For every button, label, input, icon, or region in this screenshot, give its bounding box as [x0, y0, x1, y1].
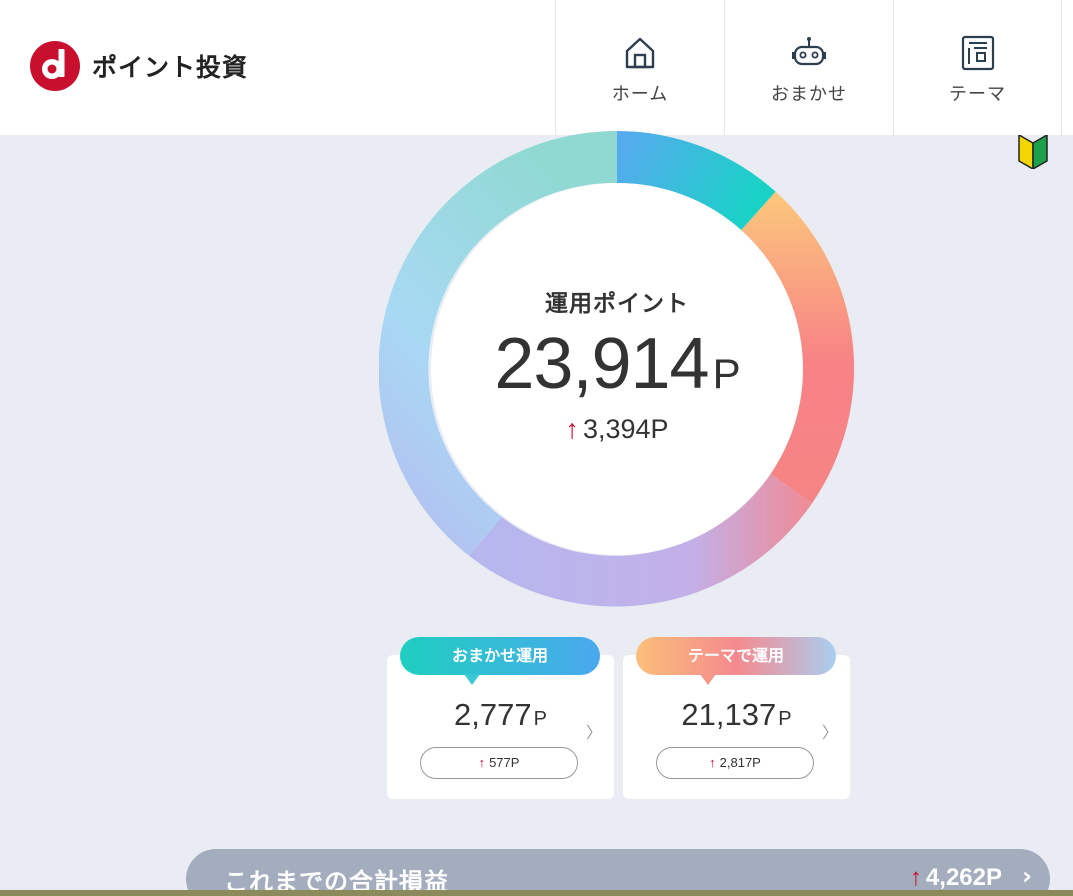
theme-tag: テーマで運用 [636, 637, 836, 685]
chevron-right-icon: 〉 [821, 723, 838, 742]
d-logo-icon [30, 41, 80, 91]
theme-value-number: 21,137 [681, 697, 777, 732]
total-profit-number: 4,262P [925, 864, 1002, 891]
summary-value: 23,914P [379, 323, 855, 405]
robot-icon [792, 37, 826, 66]
beginner-mark-icon[interactable] [1017, 135, 1049, 169]
summary-value-number: 23,914 [494, 324, 709, 404]
nav-label-theme: テーマ [949, 84, 1006, 105]
nav-item-theme[interactable]: テーマ [893, 0, 1062, 135]
nav-label-omakase: おまかせ [771, 84, 847, 105]
theme-card[interactable]: テーマで運用 21,137 P 〉 ↑ 2,817P [623, 637, 850, 799]
summary-change-pill: ↑ 3,394P [517, 407, 717, 451]
omakase-value-number: 2,777 [454, 697, 532, 732]
logo[interactable]: ポイント投資 [30, 41, 248, 91]
portfolio-summary: 運用ポイント 23,914P ↑ 3,394P [379, 131, 855, 607]
omakase-tag: おまかせ運用 [400, 637, 600, 685]
theme-change-pill: ↑ 2,817P [656, 747, 814, 779]
nav-item-omakase[interactable]: おまかせ [724, 0, 893, 135]
theme-change-value: 2,817P [719, 755, 761, 770]
theme-value: 21,137 P [623, 697, 850, 733]
summary-change-value: 3,394P [582, 414, 669, 444]
app-header: ポイント投資 ホーム おまかせ テーマ [0, 0, 1073, 135]
chevron-right-icon: › [1022, 862, 1032, 890]
omakase-value-unit: P [533, 708, 547, 730]
nav-item-home[interactable]: ホーム [555, 0, 724, 135]
omakase-change-pill: ↑ 577P [420, 747, 578, 779]
up-arrow-icon: ↑ [909, 864, 922, 891]
chevron-right-icon: 〉 [585, 723, 602, 742]
omakase-card[interactable]: おまかせ運用 2,777 P 〉 ↑ 577P [387, 637, 614, 799]
omakase-change-value: 577P [489, 755, 520, 770]
summary-label: 運用ポイント [545, 291, 689, 317]
bottom-strip [0, 890, 1073, 896]
theme-value-unit: P [778, 708, 792, 730]
main-nav: ホーム おまかせ テーマ [555, 0, 1062, 135]
total-profit-bar[interactable]: これまでの合計損益 ↑ 4,262P › [186, 849, 1050, 896]
total-profit-value: ↑ 4,262P [910, 864, 1002, 892]
home-icon [625, 37, 655, 69]
logo-text: ポイント投資 [92, 53, 249, 82]
nav-label-home: ホーム [611, 84, 669, 105]
omakase-value: 2,777 P [387, 697, 614, 733]
up-arrow-icon: ↑ [709, 755, 716, 770]
up-arrow-icon: ↑ [478, 755, 486, 770]
up-arrow-icon: ↑ [565, 414, 579, 444]
summary-value-unit: P [712, 350, 741, 397]
theme-icon [961, 35, 994, 71]
